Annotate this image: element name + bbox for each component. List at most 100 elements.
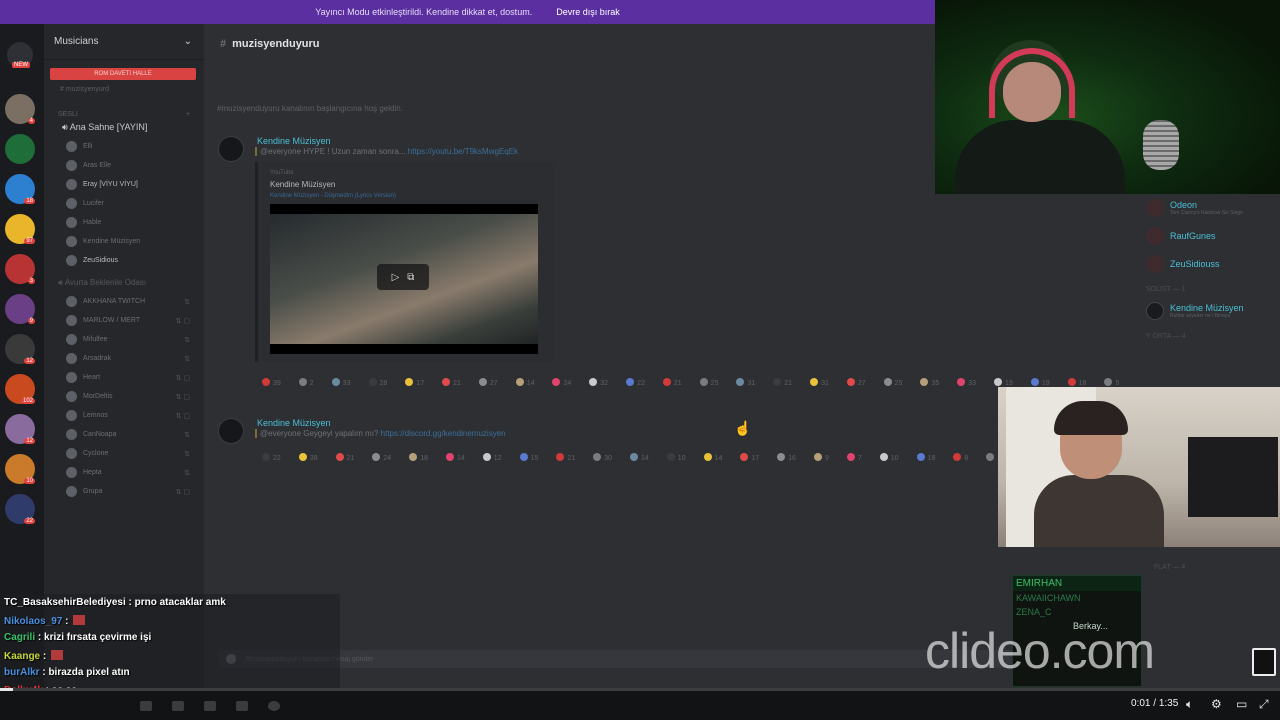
voice-member[interactable]: Elli	[44, 137, 204, 156]
member-item[interactable]: ZeuSidiouss	[1138, 250, 1280, 278]
message-author[interactable]: Kendine Müzisyen	[257, 418, 331, 428]
voice-category[interactable]: SESLI +	[44, 111, 204, 118]
video-controls[interactable]: ▷ ⧉	[377, 264, 429, 290]
fullscreen-icon[interactable]: ⤢	[1259, 697, 1269, 712]
reaction[interactable]: 39	[262, 378, 281, 387]
reaction[interactable]: 16	[777, 453, 796, 462]
server-icon[interactable]: 22	[5, 494, 35, 524]
reaction[interactable]: 2	[298, 378, 314, 387]
member-item[interactable]: Kendine Müzisyen Ruhlar seyeder ne i Bin…	[1138, 297, 1280, 325]
play-icon[interactable]: ▷	[392, 272, 400, 283]
reaction[interactable]: 18	[409, 453, 428, 462]
reaction[interactable]: 33	[957, 378, 976, 387]
avatar[interactable]	[218, 136, 244, 162]
reaction[interactable]: 9	[813, 453, 829, 462]
voice-member[interactable]: Lemnos ⇅ ▢	[44, 406, 204, 425]
reaction[interactable]: 19	[1030, 378, 1050, 387]
voice-member[interactable]: MorDeltis ⇅ ▢	[44, 387, 204, 406]
reaction[interactable]: 25	[699, 378, 718, 387]
reaction[interactable]: 24	[372, 453, 391, 462]
sub-channel[interactable]: # muzisyenyurd	[44, 84, 204, 95]
invite-button[interactable]: ROM DAVETI HALLE	[50, 68, 196, 80]
reaction[interactable]: 32	[589, 378, 608, 387]
voice-member[interactable]: Arsadrak ⇅	[44, 349, 204, 368]
embed-title[interactable]: Kendine Müzisyen	[270, 180, 335, 189]
reaction[interactable]: 5	[1104, 378, 1119, 387]
server-icon[interactable]: 12	[5, 334, 35, 364]
voice-member[interactable]: Lucifer	[44, 194, 204, 213]
server-icon[interactable]: 9	[5, 294, 35, 324]
avatar[interactable]	[218, 418, 244, 444]
reaction[interactable]: 18	[916, 453, 935, 462]
server-icon[interactable]	[5, 134, 35, 164]
reaction[interactable]: 15	[519, 453, 538, 462]
embed-link[interactable]: Kendine Müzisyen - Düşmedim (Lyrics Vers…	[270, 193, 396, 199]
voice-member[interactable]: Kendine Müzisyen	[44, 232, 204, 251]
reaction[interactable]: 21	[335, 453, 354, 462]
voice-channel-waiting[interactable]: 🔊︎ Avurta Beklenile Odası	[44, 270, 204, 292]
voice-member[interactable]: Aras Elle	[44, 156, 204, 175]
voice-member[interactable]: ZeuSidious	[44, 251, 204, 270]
miniplayer-icon[interactable]: ▭	[1236, 697, 1247, 711]
reaction[interactable]: 24	[552, 378, 571, 387]
reaction[interactable]: 33	[331, 378, 351, 387]
voice-member[interactable]: Heart ⇅ ▢	[44, 368, 204, 387]
server-icon[interactable]: 12	[5, 414, 35, 444]
server-icon[interactable]: 18	[5, 174, 35, 204]
reaction[interactable]: 21	[662, 378, 682, 387]
add-channel-icon[interactable]: +	[186, 111, 190, 118]
reaction[interactable]: 21	[556, 453, 575, 462]
reaction[interactable]: 14	[445, 453, 465, 462]
reaction[interactable]: 14	[515, 378, 534, 387]
message-author[interactable]: Kendine Müzisyen	[257, 136, 331, 146]
reaction[interactable]: 21	[773, 378, 792, 387]
reaction[interactable]: 17	[740, 453, 759, 462]
voice-member[interactable]: Grupa ⇅ ▢	[44, 482, 204, 501]
reaction[interactable]: 31	[736, 378, 755, 387]
message-link[interactable]: https://youtu.be/T9ksMwgEqEk	[408, 147, 518, 156]
reaction[interactable]: 22	[262, 453, 281, 462]
reaction[interactable]: 14	[703, 453, 722, 462]
reaction[interactable]: 27	[846, 378, 866, 387]
reaction[interactable]: 28	[368, 378, 387, 387]
server-header[interactable]: Musicians ⌄	[44, 24, 204, 60]
reaction[interactable]: 17	[405, 378, 424, 387]
volume-icon[interactable]: 🔈︎	[1186, 697, 1193, 712]
reaction[interactable]: 18	[1067, 378, 1086, 387]
settings-icon[interactable]: ⚙	[1211, 697, 1222, 711]
reaction[interactable]: 31	[810, 378, 829, 387]
voice-channel-main[interactable]: 🔊︎ Ana Sahne [YAYIN]	[44, 118, 204, 137]
reaction[interactable]: 22	[626, 378, 645, 387]
voice-member[interactable]: MARLOW / MERT ⇅ ▢	[44, 311, 204, 330]
reaction[interactable]: 21	[442, 378, 461, 387]
voice-member[interactable]: Eray [VİYU VİYU]	[44, 175, 204, 194]
reaction[interactable]: 10	[666, 453, 686, 462]
voice-member[interactable]: CanNoapa ⇅	[44, 425, 204, 444]
voice-member[interactable]: Hable	[44, 213, 204, 232]
member-item[interactable]: Odeon Tom Clancy's Rainbow Six Siege	[1138, 194, 1280, 222]
message-link[interactable]: https://discord.gg/kendinemuzisyen	[381, 429, 506, 438]
server-icon[interactable]: 3	[5, 254, 35, 284]
reaction[interactable]: 38	[298, 453, 318, 462]
reaction[interactable]: 10	[879, 453, 899, 462]
progress-bar[interactable]	[0, 688, 1280, 691]
voice-member[interactable]: AKKHANA TWITCH ⇅	[44, 292, 204, 311]
video-thumbnail[interactable]: ▷ ⧉	[270, 204, 538, 354]
reaction[interactable]: 27	[478, 378, 498, 387]
reaction[interactable]: 35	[920, 378, 939, 387]
server-icon[interactable]: 97	[5, 214, 35, 244]
reaction[interactable]: 12	[482, 453, 502, 462]
voice-member[interactable]: Cyclone ⇅	[44, 444, 204, 463]
voice-member[interactable]: Hepta ⇅	[44, 463, 204, 482]
reaction[interactable]: 8	[953, 453, 968, 462]
external-link-icon[interactable]: ⧉	[407, 272, 414, 283]
reaction[interactable]: 14	[629, 453, 649, 462]
reaction[interactable]: 30	[593, 453, 612, 462]
disable-streamer-mode-button[interactable]: Devre dışı bırak	[556, 7, 620, 17]
server-icon[interactable]: 4	[5, 94, 35, 124]
reaction[interactable]: 7	[846, 453, 862, 462]
member-item[interactable]: RaufGunes	[1138, 222, 1280, 250]
server-icon[interactable]: 10	[5, 454, 35, 484]
server-icon[interactable]: 102	[5, 374, 35, 404]
reaction[interactable]: 25	[883, 378, 902, 387]
